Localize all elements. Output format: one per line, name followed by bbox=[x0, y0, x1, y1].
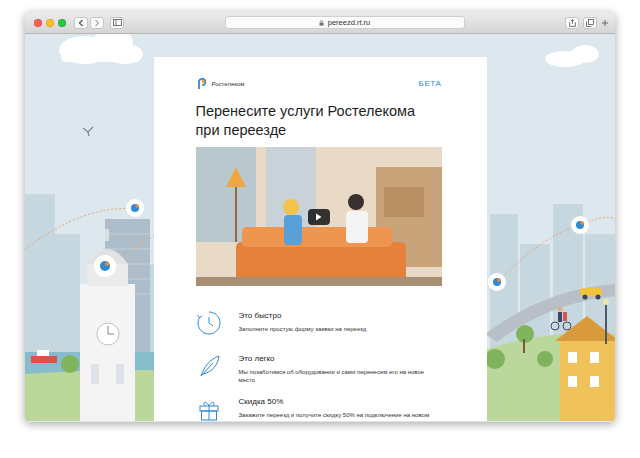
share-icon[interactable] bbox=[565, 17, 579, 29]
minimize-button[interactable] bbox=[46, 19, 54, 27]
beta-link[interactable]: БЕТА bbox=[419, 78, 442, 90]
logo[interactable]: Ростелеком bbox=[196, 78, 245, 90]
card-header: Ростелеком БЕТА bbox=[196, 78, 442, 90]
feature-title: Это легко bbox=[239, 353, 442, 364]
feature-item: Это быстро Заполните простую форму заявки… bbox=[196, 310, 442, 353]
sidebar-icon[interactable] bbox=[110, 17, 124, 29]
feature-text: Скидка 50% Закажите переезд и получите ск… bbox=[239, 396, 430, 419]
play-button[interactable] bbox=[308, 209, 330, 225]
main-card: Ростелеком БЕТА Перенесите услуги Ростел… bbox=[154, 57, 487, 421]
video-player[interactable] bbox=[196, 147, 442, 286]
feature-list: Это быстро Заполните простую форму заявки… bbox=[196, 310, 442, 421]
gift-icon bbox=[196, 396, 222, 421]
play-icon bbox=[315, 213, 322, 221]
feature-text: Это быстро Заполните простую форму заявки… bbox=[239, 310, 367, 333]
window-controls bbox=[34, 19, 66, 27]
rostelecom-logo-icon bbox=[196, 78, 208, 90]
feature-item: Это легко Мы позаботимся об оборудовании … bbox=[196, 353, 442, 396]
feature-description: Мы позаботимся об оборудовании и сами пе… bbox=[239, 368, 442, 384]
zoom-button[interactable] bbox=[58, 19, 66, 27]
feature-item: Скидка 50% Закажите переезд и получите ск… bbox=[196, 396, 442, 421]
title-bar: pereezd.rt.ru bbox=[25, 12, 615, 34]
forward-icon[interactable] bbox=[90, 17, 104, 29]
browser-window: pereezd.rt.ru bbox=[25, 12, 615, 422]
back-icon[interactable] bbox=[74, 17, 88, 29]
feature-text: Это легко Мы позаботимся об оборудовании … bbox=[239, 353, 442, 384]
feather-icon bbox=[196, 353, 222, 379]
feature-title: Это быстро bbox=[239, 310, 367, 321]
lock-icon bbox=[319, 20, 324, 26]
address-bar[interactable]: pereezd.rt.ru bbox=[225, 16, 465, 29]
close-button[interactable] bbox=[34, 19, 42, 27]
feature-title: Скидка 50% bbox=[239, 396, 430, 407]
feature-description: Закажите переезд и получите скидку 50% н… bbox=[239, 411, 430, 419]
logo-text: Ростелеком bbox=[212, 78, 245, 90]
web-content: Ростелеком БЕТА Перенесите услуги Ростел… bbox=[25, 34, 615, 421]
page-title: Перенесите услуги Ростелекома при переез… bbox=[196, 102, 442, 139]
address-text: pereezd.rt.ru bbox=[328, 17, 371, 28]
clock-icon bbox=[196, 310, 222, 336]
tabs-icon[interactable] bbox=[583, 17, 597, 29]
feature-description: Заполните простую форму заявки на переез… bbox=[239, 325, 367, 333]
new-tab-icon[interactable] bbox=[601, 12, 609, 35]
